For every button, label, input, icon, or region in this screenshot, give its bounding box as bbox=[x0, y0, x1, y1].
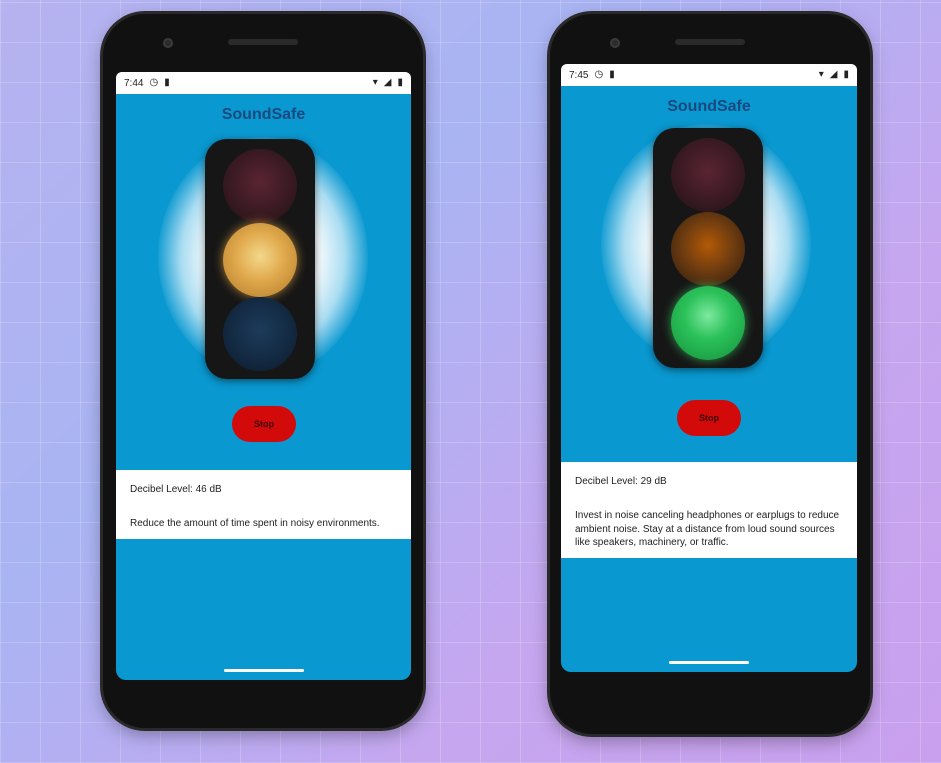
yellow-lamp-on bbox=[223, 223, 297, 297]
sim-icon: ▮ bbox=[164, 77, 170, 88]
bottom-lamp-off bbox=[223, 297, 297, 371]
green-lamp-on bbox=[671, 286, 745, 360]
stop-button[interactable]: Stop bbox=[232, 406, 296, 442]
status-time: 7:45 bbox=[569, 69, 589, 81]
earpiece-speaker bbox=[675, 39, 745, 45]
advice-text: Reduce the amount of time spent in noisy… bbox=[130, 518, 380, 529]
advice-text: Invest in noise canceling headphones or … bbox=[575, 510, 840, 548]
signal-icon: ◢ bbox=[383, 77, 392, 88]
info-card: Decibel Level: 29 dB Invest in noise can… bbox=[561, 462, 857, 558]
wifi-icon: ▾ bbox=[372, 77, 378, 88]
wifi-icon: ▾ bbox=[818, 69, 824, 80]
app-title: SoundSafe bbox=[667, 98, 751, 115]
info-card: Decibel Level: 46 dB Reduce the amount o… bbox=[116, 470, 411, 539]
red-lamp-off bbox=[671, 138, 745, 212]
app-screen-left: 7:44 ◷ ▮ ▾ ◢ ▮ SoundSafe Stop Decibel Le… bbox=[116, 72, 411, 680]
battery-icon: ▮ bbox=[397, 77, 403, 88]
alarm-icon: ◷ bbox=[594, 69, 604, 80]
sim-icon: ▮ bbox=[609, 69, 615, 80]
stop-button[interactable]: Stop bbox=[677, 400, 741, 436]
traffic-light bbox=[653, 128, 763, 368]
battery-icon: ▮ bbox=[843, 69, 849, 80]
app-screen-right: 7:45 ◷ ▮ ▾ ◢ ▮ SoundSafe Stop Decibel Le… bbox=[561, 64, 857, 672]
status-bar: 7:45 ◷ ▮ ▾ ◢ ▮ bbox=[561, 64, 857, 86]
phone-left: 7:44 ◷ ▮ ▾ ◢ ▮ SoundSafe Stop Decibel Le… bbox=[103, 14, 423, 728]
alarm-icon: ◷ bbox=[149, 77, 159, 88]
traffic-light bbox=[205, 139, 315, 379]
home-indicator[interactable] bbox=[224, 669, 304, 672]
red-lamp-off bbox=[223, 149, 297, 223]
signal-icon: ◢ bbox=[829, 69, 838, 80]
front-camera bbox=[163, 38, 173, 48]
status-time: 7:44 bbox=[124, 77, 144, 89]
app-title: SoundSafe bbox=[221, 106, 306, 123]
yellow-lamp-off bbox=[671, 212, 745, 286]
front-camera bbox=[610, 38, 620, 48]
status-bar: 7:44 ◷ ▮ ▾ ◢ ▮ bbox=[116, 72, 411, 94]
earpiece-speaker bbox=[228, 39, 298, 45]
home-indicator[interactable] bbox=[669, 661, 749, 664]
phone-right: 7:45 ◷ ▮ ▾ ◢ ▮ SoundSafe Stop Decibel Le… bbox=[550, 14, 870, 734]
decibel-level: Decibel Level: 29 dB bbox=[575, 476, 667, 487]
decibel-level: Decibel Level: 46 dB bbox=[130, 484, 222, 495]
